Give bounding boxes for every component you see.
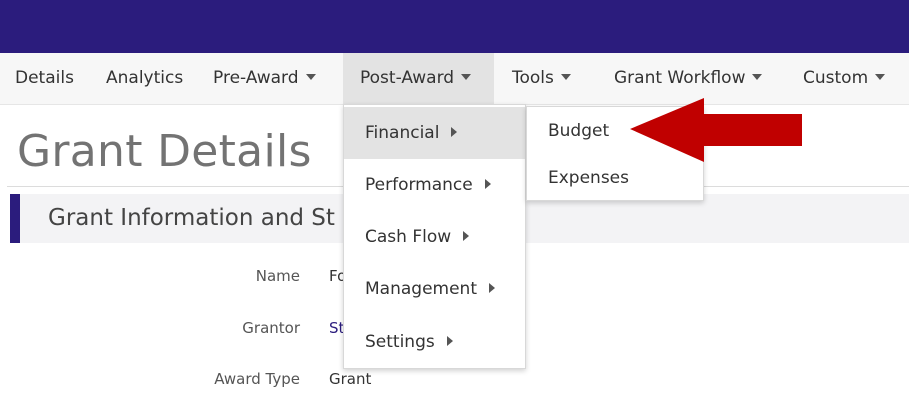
menu-item-settings[interactable]: Settings	[344, 316, 525, 368]
nav-tools[interactable]: Tools	[512, 53, 571, 104]
nav-details[interactable]: Details	[15, 53, 74, 104]
chevron-right-icon	[489, 283, 495, 293]
annotation-arrow-icon	[630, 98, 802, 162]
nav-tools-label: Tools	[512, 68, 554, 88]
nav-custom-label: Custom	[803, 68, 869, 88]
name-label: Name	[255, 267, 300, 285]
chevron-down-icon	[560, 74, 571, 80]
grantor-label: Grantor	[242, 319, 300, 337]
nav-pre-award[interactable]: Pre-Award	[213, 53, 316, 104]
menu-item-settings-label: Settings	[365, 332, 435, 352]
chevron-down-icon	[752, 74, 763, 80]
chevron-down-icon	[875, 74, 886, 80]
chevron-right-icon	[446, 336, 453, 346]
award-type-value: Grant	[329, 370, 372, 388]
nav-grant-workflow-label: Grant Workflow	[614, 68, 746, 88]
nav-analytics[interactable]: Analytics	[106, 53, 183, 104]
chevron-right-icon	[451, 127, 458, 137]
menu-item-management-label: Management	[365, 279, 477, 299]
menu-item-performance[interactable]: Performance	[344, 159, 525, 211]
nav-pre-award-label: Pre-Award	[213, 68, 299, 88]
nav-post-award[interactable]: Post-Award	[343, 53, 494, 104]
chevron-right-icon	[484, 179, 491, 189]
top-banner	[0, 0, 909, 53]
menu-item-financial[interactable]: Financial	[344, 107, 525, 159]
chevron-down-icon	[305, 74, 316, 80]
menu-item-financial-label: Financial	[365, 123, 440, 143]
post-award-dropdown: Financial Performance Cash Flow Manageme…	[343, 104, 526, 369]
chevron-down-icon	[461, 74, 472, 80]
page-title: Grant Details	[17, 126, 312, 177]
nav-analytics-label: Analytics	[106, 68, 184, 88]
nav-details-label: Details	[15, 68, 74, 88]
menu-item-cash-flow[interactable]: Cash Flow	[344, 211, 525, 263]
nav-custom[interactable]: Custom	[803, 53, 886, 104]
submenu-item-expenses-label: Expenses	[548, 168, 629, 188]
chevron-right-icon	[463, 231, 470, 241]
menu-item-management[interactable]: Management	[344, 263, 525, 315]
menu-item-cash-flow-label: Cash Flow	[365, 227, 452, 247]
section-accent-bar	[10, 194, 20, 243]
section-title: Grant Information and St	[48, 205, 335, 231]
submenu-item-budget-label: Budget	[548, 121, 610, 141]
menu-item-performance-label: Performance	[365, 175, 473, 195]
nav-post-award-label: Post-Award	[360, 68, 455, 88]
award-type-label: Award Type	[214, 370, 300, 388]
